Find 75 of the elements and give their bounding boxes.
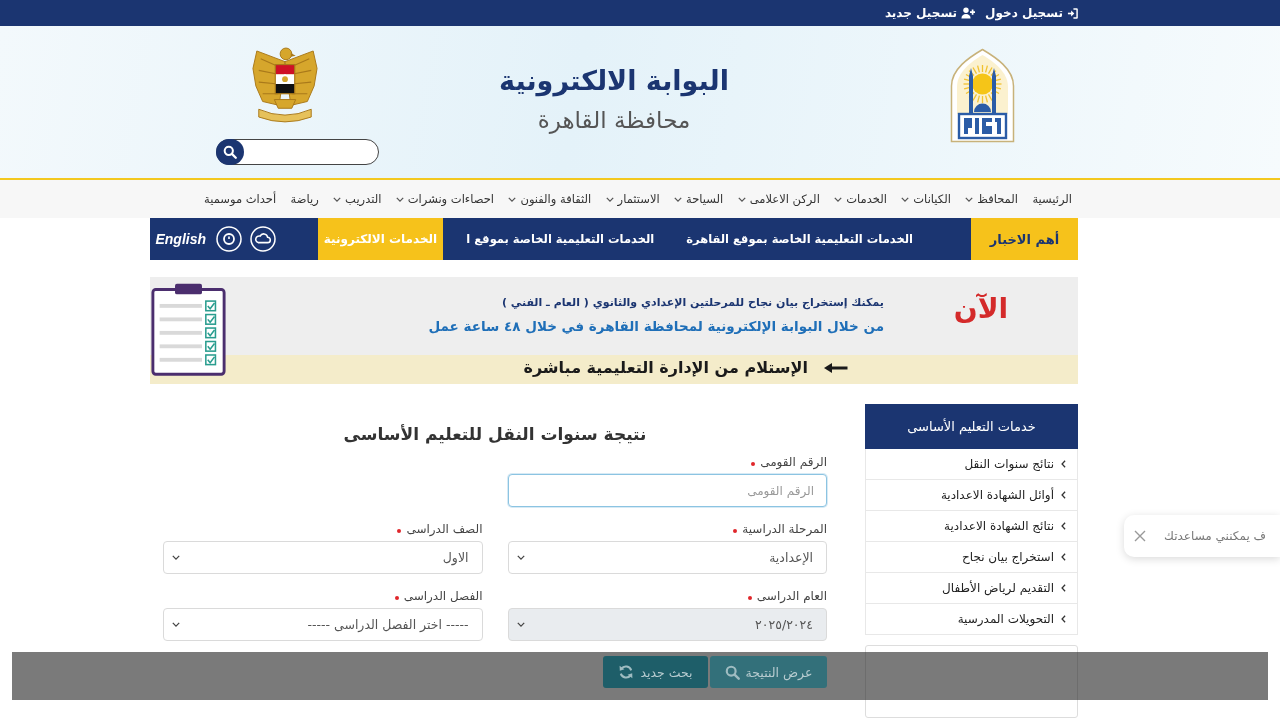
portal-title: البوابة الالكترونية — [499, 64, 729, 99]
sidebar-link[interactable]: استخراج بيان نجاح — [865, 542, 1078, 573]
chevron-down-icon — [605, 196, 614, 202]
chevron-down-icon — [172, 555, 180, 560]
chevron-down-icon — [508, 196, 517, 202]
register-link[interactable]: تسجيل جديد — [884, 6, 976, 20]
sidebar-link[interactable]: التحويلات المدرسية — [865, 604, 1078, 635]
search-icon — [223, 145, 237, 159]
chevron-left-icon — [1061, 522, 1066, 530]
minaret-logo-icon — [950, 48, 1015, 143]
chevron-left-icon — [1061, 584, 1066, 592]
clipboard-checklist-icon — [150, 281, 227, 377]
close-icon — [1134, 530, 1147, 542]
arrow-left-icon — [824, 363, 848, 373]
search-button[interactable] — [216, 139, 244, 165]
nav-link[interactable]: المحافظ — [965, 192, 1018, 206]
nav-link[interactable]: الرئيسية — [1032, 192, 1072, 206]
user-plus-icon — [961, 7, 976, 19]
portal-subtitle: محافظة القاهرة — [537, 106, 691, 135]
chevron-down-icon — [395, 196, 404, 202]
nav-link[interactable]: أحداث موسمية — [204, 192, 277, 206]
nav-link[interactable]: احصاءات ونشرات — [395, 192, 495, 206]
sidebar-link[interactable]: نتائج سنوات النقل — [865, 449, 1078, 480]
sidebar-link[interactable]: التقديم لرياض الأطفال — [865, 573, 1078, 604]
eagle-emblem-icon — [250, 45, 319, 123]
dropdown-field[interactable]: الإعدادية — [507, 541, 827, 574]
sidebar-link[interactable]: نتائج الشهادة الاعدادية — [865, 511, 1078, 542]
field-label: الرقم القومى — [760, 454, 827, 470]
new-search-button[interactable]: بحث جديد — [603, 656, 708, 688]
form-title: نتيجة سنوات النقل للتعليم الأساسى — [342, 423, 648, 446]
clock-icon[interactable] — [216, 226, 242, 252]
dropdown-field[interactable]: الاول — [163, 541, 483, 574]
field-label: الصف الدراسى — [406, 521, 483, 537]
sign-in-icon — [1067, 7, 1078, 19]
banner-text: يمكنك إستخراج بيان نجاح للمرحلتين الإعدادي والثانوي ( العام ـ الفني ) — [501, 295, 884, 312]
nav-link[interactable]: السياحة — [674, 192, 724, 206]
nav-link[interactable]: الخدمات — [834, 192, 887, 206]
sidebar-link[interactable]: أوائل الشهادة الاعدادية — [865, 480, 1078, 511]
dropdown-field[interactable]: ----- اختر الفصل الدراسى ----- — [163, 608, 483, 641]
cloud-icon[interactable] — [250, 226, 276, 252]
chevron-down-icon — [737, 196, 746, 202]
nav-link[interactable]: الركن الاعلامى — [737, 192, 820, 206]
search-icon — [724, 664, 740, 680]
chevron-down-icon — [674, 196, 683, 202]
chevron-left-icon — [1061, 615, 1066, 623]
refresh-icon — [618, 664, 635, 680]
chevron-left-icon — [1061, 491, 1066, 499]
chevron-down-icon — [516, 555, 525, 560]
input-field[interactable]: الرقم القومى — [507, 474, 827, 507]
field-label: العام الدراسى — [756, 588, 827, 604]
headline-link[interactable]: الخدمات التعليمية الخاصة بموقع ا — [466, 232, 655, 246]
nav-link[interactable]: التدريب — [333, 192, 382, 206]
nav-link[interactable]: الكيانات — [901, 192, 951, 206]
chat-message: ف يمكنني مساعدتك — [1164, 529, 1266, 543]
nav-link[interactable]: الاستثمار — [605, 192, 660, 206]
banner-text: من خلال البوابة الإلكترونية لمحافظة القاهرة في خلال ٤٨ ساعة عمل — [428, 317, 884, 336]
language-link[interactable]: English — [155, 231, 206, 247]
nav-link[interactable]: رياضة — [290, 192, 319, 206]
news-label: أهم الاخبار — [971, 218, 1078, 260]
nav-link[interactable]: الثقافة والفنون — [508, 192, 592, 206]
chevron-down-icon — [901, 196, 910, 202]
sidebar-header: خدمات التعليم الأساسى — [865, 404, 1078, 449]
login-link[interactable]: تسجيل دخول — [985, 6, 1078, 20]
chevron-down-icon — [965, 196, 974, 202]
chevron-down-icon — [834, 196, 843, 202]
now-heading: الآن — [953, 291, 1009, 327]
chevron-down-icon — [516, 622, 525, 627]
chevron-down-icon — [172, 622, 180, 627]
field-label: المرحلة الدراسية — [742, 521, 827, 537]
chevron-down-icon — [333, 196, 342, 202]
headline-link[interactable]: الخدمات التعليمية الخاصة بموقع القاهرة — [686, 232, 913, 246]
banner-note: الإستلام من الإدارة التعليمية مباشرة — [523, 357, 808, 379]
field-label: الفصل الدراسى — [403, 588, 483, 604]
chevron-left-icon — [1061, 553, 1066, 561]
chevron-left-icon — [1061, 460, 1066, 468]
